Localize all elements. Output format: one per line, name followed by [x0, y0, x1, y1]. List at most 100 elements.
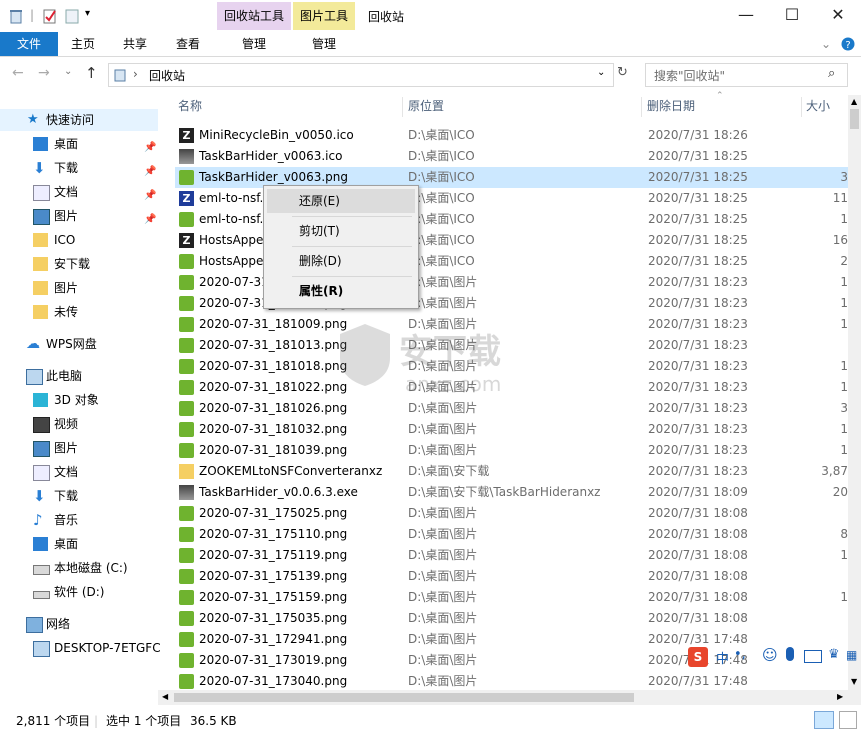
- ime-mode-label[interactable]: 中: [716, 648, 729, 667]
- file-name: 2020-07-31_173040.png: [199, 674, 348, 688]
- scroll-right-icon[interactable]: ▶: [837, 692, 843, 701]
- vertical-scroll-thumb[interactable]: [850, 109, 859, 129]
- scroll-down-icon[interactable]: ▼: [851, 677, 857, 686]
- nav-pictures[interactable]: 图片 📌: [0, 205, 158, 227]
- nav-wps[interactable]: ☁ WPS网盘: [0, 333, 158, 355]
- tab-home[interactable]: 主页: [62, 32, 104, 56]
- nav-folder-anxiazai[interactable]: 安下载: [0, 253, 158, 275]
- file-row[interactable]: 2020-07-31_175159.png D:\桌面\图片 2020/7/31 1…: [175, 587, 848, 608]
- file-row[interactable]: TaskBarHider_v0.0.6.3.exe D:\桌面\安下载\TaskB…: [175, 482, 848, 503]
- file-row[interactable]: 2020-07-31_175119.png D:\桌面\图片 2020/7/31 1…: [175, 545, 848, 566]
- pin-icon[interactable]: 📌: [144, 161, 156, 183]
- properties-icon[interactable]: [42, 8, 58, 24]
- recent-locations-icon[interactable]: ⌄: [64, 66, 72, 77]
- nav-music[interactable]: ♪ 音乐: [0, 509, 158, 531]
- tab-recycle-bin-tools[interactable]: 回收站工具: [217, 2, 291, 30]
- microphone-icon[interactable]: [786, 647, 794, 661]
- column-name[interactable]: 名称: [178, 95, 202, 119]
- column-divider[interactable]: [641, 97, 642, 117]
- deleted-date: 2020/7/31 18:23: [648, 464, 748, 478]
- tab-manage-picture[interactable]: 管理: [293, 32, 355, 56]
- pin-icon[interactable]: 📌: [144, 185, 156, 207]
- skin-icon[interactable]: ♛: [828, 647, 840, 662]
- nav-folder-pictures[interactable]: 图片: [0, 277, 158, 299]
- column-divider[interactable]: [402, 97, 403, 117]
- nav-pc-desktop[interactable]: 桌面: [0, 533, 158, 555]
- nav-desktop-pc[interactable]: DESKTOP-7ETGFC: [0, 637, 161, 659]
- keyboard-icon[interactable]: [804, 650, 822, 663]
- quick-access-dropdown-icon[interactable]: ▾: [85, 8, 101, 24]
- nav-folder-weichuan[interactable]: 未传: [0, 301, 158, 323]
- file-name: 2020-07-31_175110.png: [199, 527, 348, 541]
- file-row[interactable]: TaskBarHider_v0063.ico D:\桌面\ICO 2020/7/31…: [175, 146, 848, 167]
- address-bar[interactable]: › 回收站 ⌄: [108, 63, 614, 87]
- emoji-icon[interactable]: ☺: [762, 646, 778, 664]
- sogou-logo-icon[interactable]: S: [688, 647, 708, 667]
- punctuation-icon[interactable]: •,: [734, 647, 746, 662]
- breadcrumb-chevron-icon[interactable]: ›: [133, 67, 138, 81]
- pin-icon[interactable]: 📌: [144, 209, 156, 231]
- nav-network[interactable]: 网络: [0, 613, 158, 635]
- search-icon[interactable]: ⌕: [828, 66, 835, 81]
- nav-folder-ico[interactable]: ICO: [0, 229, 158, 251]
- help-icon[interactable]: ?: [838, 32, 858, 56]
- nav-desktop[interactable]: 桌面 📌: [0, 133, 158, 155]
- deleted-date: 2020/7/31 18:08: [648, 590, 748, 604]
- large-icons-view-icon[interactable]: [839, 711, 857, 729]
- horizontal-scrollbar[interactable]: ◀ ▶: [158, 690, 848, 705]
- scroll-up-icon[interactable]: ▲: [851, 97, 857, 106]
- tab-manage-recycle[interactable]: 管理: [217, 32, 291, 56]
- up-arrow-icon[interactable]: ↑: [85, 64, 98, 82]
- menu-properties[interactable]: 属性(R): [267, 279, 415, 303]
- tab-file[interactable]: 文件: [0, 32, 58, 56]
- pin-icon[interactable]: 📌: [144, 137, 156, 159]
- address-dropdown-icon[interactable]: ⌄: [597, 67, 605, 78]
- nav-documents[interactable]: 文档 📌: [0, 181, 158, 203]
- toolbox-icon[interactable]: ▦: [846, 648, 857, 662]
- file-row[interactable]: 2020-07-31_175110.png D:\桌面\图片 2020/7/31 1…: [175, 524, 848, 545]
- expand-ribbon-icon[interactable]: ⌄: [816, 32, 836, 56]
- file-row[interactable]: ZOOKEMLtoNSFConverteranxz D:\桌面\安下载 2020/7…: [175, 461, 848, 482]
- forward-arrow-icon[interactable]: →: [38, 65, 50, 81]
- nav-drive-c[interactable]: 本地磁盘 (C:): [0, 557, 158, 579]
- maximize-button[interactable]: ☐: [769, 0, 815, 32]
- vertical-scrollbar[interactable]: ▲ ▼: [848, 95, 861, 705]
- menu-restore[interactable]: 还原(E): [267, 189, 415, 213]
- file-row[interactable]: 2020-07-31_173040.png D:\桌面\图片 2020/7/31 1…: [175, 671, 848, 692]
- nav-pc-downloads[interactable]: ⬇ 下载: [0, 485, 158, 507]
- file-row[interactable]: 2020-07-31_181039.png D:\桌面\图片 2020/7/31 1…: [175, 440, 848, 461]
- nav-downloads[interactable]: ⬇ 下载 📌: [0, 157, 158, 179]
- nav-videos[interactable]: 视频: [0, 413, 158, 435]
- menu-cut[interactable]: 剪切(T): [267, 219, 415, 243]
- file-row[interactable]: 2020-07-31_181032.png D:\桌面\图片 2020/7/31 1…: [175, 419, 848, 440]
- scroll-left-icon[interactable]: ◀: [162, 692, 168, 701]
- back-arrow-icon[interactable]: ←: [12, 65, 24, 81]
- refresh-icon[interactable]: ↻: [617, 65, 628, 80]
- nav-drive-d[interactable]: 软件 (D:): [0, 581, 158, 603]
- tab-share[interactable]: 共享: [114, 32, 156, 56]
- file-row[interactable]: 2020-07-31_175025.png D:\桌面\图片 2020/7/31 1…: [175, 503, 848, 524]
- tab-view[interactable]: 查看: [166, 32, 210, 56]
- breadcrumb[interactable]: 回收站: [149, 67, 185, 84]
- menu-delete[interactable]: 删除(D): [267, 249, 415, 273]
- search-input[interactable]: 搜索"回收站" ⌕: [645, 63, 848, 87]
- column-divider[interactable]: [801, 97, 802, 117]
- horizontal-scroll-thumb[interactable]: [174, 693, 634, 702]
- new-folder-icon[interactable]: [64, 8, 80, 24]
- file-row[interactable]: 2020-07-31_175139.png D:\桌面\图片 2020/7/31 1…: [175, 566, 848, 587]
- file-row[interactable]: 2020-07-31_175035.png D:\桌面\图片 2020/7/31 1…: [175, 608, 848, 629]
- minimize-button[interactable]: —: [723, 0, 769, 32]
- column-location[interactable]: 原位置: [408, 95, 444, 119]
- nav-pc-pictures[interactable]: 图片: [0, 437, 158, 459]
- nav-3d-objects[interactable]: 3D 对象: [0, 389, 158, 411]
- nav-quick-access[interactable]: ★ 快速访问: [0, 109, 158, 131]
- deleted-date: 2020/7/31 18:23: [648, 338, 748, 352]
- column-date[interactable]: 删除日期: [647, 95, 695, 119]
- nav-this-pc[interactable]: 此电脑: [0, 365, 158, 387]
- file-row[interactable]: Z MiniRecycleBin_v0050.ico D:\桌面\ICO 2020/7…: [175, 125, 848, 146]
- close-button[interactable]: ✕: [815, 0, 861, 32]
- tab-picture-tools[interactable]: 图片工具: [293, 2, 355, 30]
- details-view-icon[interactable]: [814, 711, 834, 729]
- nav-pc-documents[interactable]: 文档: [0, 461, 158, 483]
- column-size[interactable]: 大小: [806, 95, 830, 119]
